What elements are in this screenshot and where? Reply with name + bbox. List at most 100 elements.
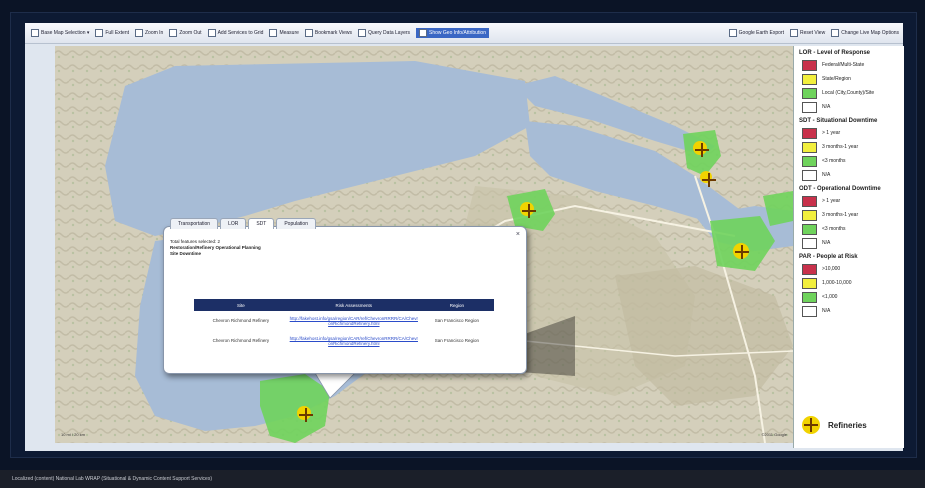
legend-swatch [802, 263, 817, 275]
toolbar-button-0[interactable]: Base Map Selection ▾ [31, 29, 89, 37]
toolbar-button-4[interactable]: Add Services to Grid [207, 29, 263, 37]
ruler-icon [269, 29, 278, 37]
col-site: Site [194, 299, 288, 311]
legend-item-label: N/A [822, 104, 831, 110]
app-window: Base Map Selection ▾ Full Extent Zoom In Zo… [25, 23, 904, 451]
risk-link[interactable]: http://fakehost.info/gsa/region/CAR/ref/… [288, 331, 420, 351]
toolbar-right-button-0[interactable]: Google Earth Export [728, 29, 784, 37]
toolbar-button-6[interactable]: Bookmark Views [304, 29, 353, 37]
reset-icon [789, 29, 798, 37]
toolbar-label: Base Map Selection ▾ [41, 30, 90, 36]
toolbar-label: Change Live Map Options [841, 30, 899, 36]
legend-swatch [802, 73, 817, 85]
popup-tab-population[interactable]: Population [276, 218, 316, 229]
toolbar-right-button-2[interactable]: Change Live Map Options [831, 29, 899, 37]
legend-item-label: 3 months-1 year [822, 212, 859, 218]
legend-item-label: 1,000-10,000 [822, 280, 852, 286]
refinery-marker-vallejo[interactable] [693, 141, 709, 157]
legend-item-label: >10,000 [822, 266, 841, 272]
legend-item: > 1 year [802, 126, 904, 140]
legend-item-label: Federal/Multi-State [822, 62, 865, 68]
zoom-out-icon [169, 29, 178, 37]
toolbar-right-button-1[interactable]: Reset View [789, 29, 826, 37]
legend-item: Federal/Multi-State [802, 58, 904, 72]
legend-item-label: Local (City,County)/Site [822, 90, 875, 96]
bookmark-icon [304, 29, 313, 37]
popup-tab-sdt[interactable]: SDT [248, 218, 275, 229]
table-row: Chevron Richmond Refinery http://fakehos… [194, 331, 494, 351]
globe-icon [31, 29, 39, 37]
legend-item: 3 months-1 year [802, 140, 904, 154]
export-icon [728, 29, 737, 37]
legend-item-label: <3 months [822, 226, 846, 232]
refinery-marker-martinez[interactable] [733, 243, 749, 259]
toolbar-label: Bookmark Views [314, 30, 353, 36]
legend-swatch [802, 169, 817, 181]
risk-link[interactable]: http://fakehost.info/gsa/region/CAR/ref/… [288, 311, 420, 331]
refinery-marker-vallejo-south[interactable] [700, 171, 716, 187]
popup-tab-lor[interactable]: LOR [220, 218, 247, 229]
map-scale: 10 mi / 20 km [61, 432, 86, 437]
legend-section-title: LOR - Level of Response [799, 50, 871, 56]
toolbar-label: Reset View [799, 30, 826, 36]
legend-item: <3 months [802, 154, 904, 168]
legend-item: N/A [802, 236, 904, 250]
grid-icon [207, 29, 216, 37]
info-popup: Transportation LOR SDT Population × Total f… [163, 218, 527, 374]
legend-item: Local (City,County)/Site [802, 86, 904, 100]
legend-item-label: > 1 year [822, 198, 841, 204]
toolbar-label: Measure [279, 30, 299, 36]
legend-swatch [802, 195, 817, 207]
legend-item-label: <3 months [822, 158, 846, 164]
legend-swatch [802, 237, 817, 249]
region-cell: San Francisco Region [434, 338, 480, 344]
legend-item-label: N/A [822, 308, 831, 314]
legend-item-label: <1,000 [822, 294, 838, 300]
toolbar-label: Full Extent [105, 30, 129, 36]
legend-swatch [802, 101, 817, 113]
legend-item: N/A [802, 168, 904, 182]
legend-swatch [802, 141, 817, 153]
legend-item: <3 months [802, 222, 904, 236]
legend-item: <1,000 [802, 290, 904, 304]
refineries-legend: Refineries [802, 416, 867, 434]
legend-item: >10,000 [802, 262, 904, 276]
query-icon [358, 29, 367, 37]
refinery-marker-richmond[interactable] [297, 406, 313, 422]
legend-section-title: ODT - Operational Downtime [799, 186, 881, 192]
popup-close-icon[interactable]: × [516, 231, 520, 238]
legend-item: State/Region [802, 72, 904, 86]
toolbar-button-7[interactable]: Query Data Layers [358, 29, 410, 37]
legend-item: 3 months-1 year [802, 208, 904, 222]
legend-swatch [802, 223, 817, 235]
legend-item-label: N/A [822, 172, 831, 178]
refinery-marker-hercules[interactable] [520, 202, 536, 218]
toolbar-label: Google Earth Export [738, 30, 784, 36]
legend-item-label: 3 months-1 year [822, 144, 859, 150]
extent-icon [95, 29, 104, 37]
legend-item: > 1 year [802, 194, 904, 208]
legend-swatch [802, 209, 817, 221]
toolbar-button-8[interactable]: Show Geo Info/Attribution [416, 28, 489, 38]
legend-swatch [802, 155, 817, 167]
options-icon [831, 29, 840, 37]
legend-item-label: N/A [822, 240, 831, 246]
col-risk: Risk Assessments [287, 299, 420, 311]
legend-swatch [802, 87, 817, 99]
region-cell: San Francisco Region [434, 318, 480, 324]
toolbar-label: Zoom In [145, 30, 164, 36]
toolbar-button-5[interactable]: Measure [269, 29, 299, 37]
popup-tab-transportation[interactable]: Transportation [170, 218, 219, 229]
monitor-frame: Base Map Selection ▾ Full Extent Zoom In Zo… [10, 12, 917, 458]
zoom-in-icon [135, 29, 143, 37]
risk-table-header: Site Risk Assessments Region [194, 299, 494, 311]
toolbar-button-2[interactable]: Zoom In [135, 29, 163, 37]
legend-section-title: PAR - People at Risk [799, 254, 858, 260]
toolbar-button-1[interactable]: Full Extent [95, 29, 129, 37]
refinery-icon [802, 416, 820, 434]
site-cell: Chevron Richmond Refinery [212, 318, 270, 324]
popup-header: Total features selected: 2 Restoration/R… [170, 239, 261, 257]
toolbar-label: Query Data Layers [368, 30, 411, 36]
popup-tabs: Transportation LOR SDT Population [170, 218, 318, 229]
toolbar-button-3[interactable]: Zoom Out [169, 29, 202, 37]
